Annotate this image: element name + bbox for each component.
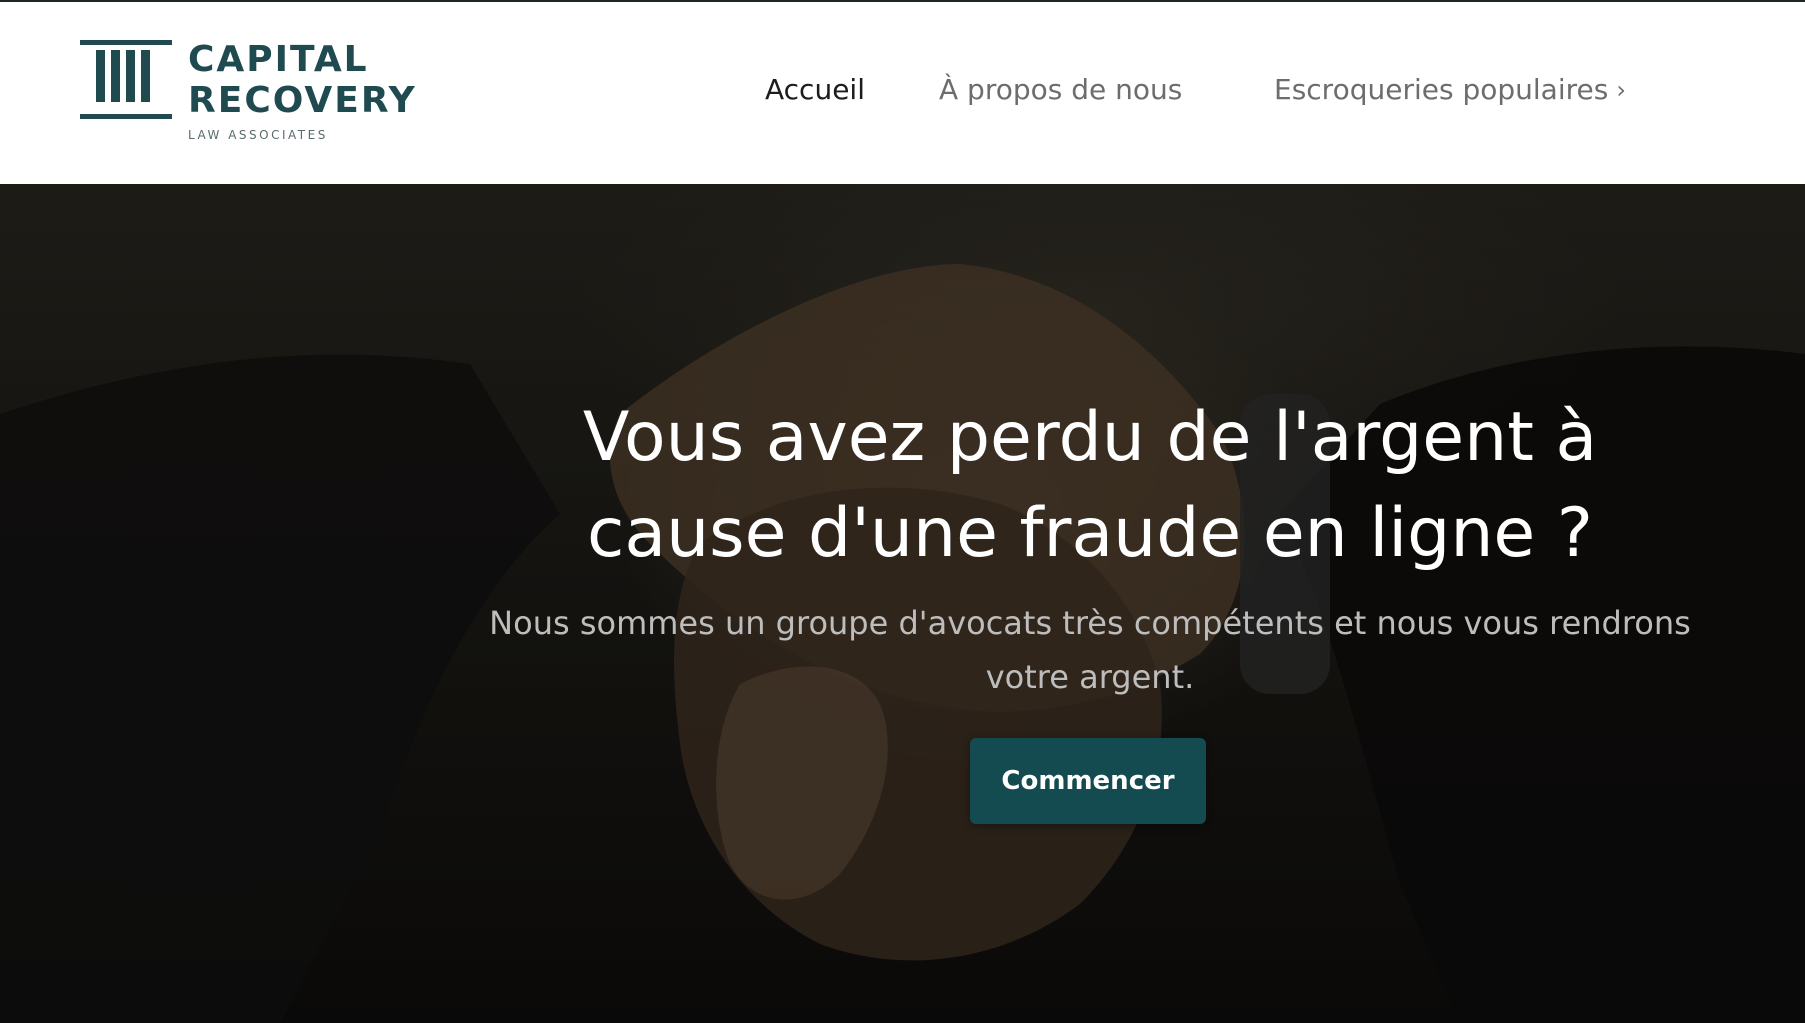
hero-subtitle-line-2: votre argent. — [985, 658, 1195, 696]
start-button[interactable]: Commencer — [970, 738, 1206, 824]
site-header: CAPITAL RECOVERY LAW ASSOCIATES Accueil … — [0, 2, 1805, 184]
brand-tagline: LAW ASSOCIATES — [188, 128, 328, 142]
main-nav: Accueil À propos de nous Escroqueries po… — [0, 70, 1805, 110]
hero-title-line-2: cause d'une fraude en ligne ? — [587, 494, 1593, 573]
hero-title-line-1: Vous avez perdu de l'argent à — [582, 398, 1598, 477]
nav-item-popular-scams-label: Escroqueries populaires — [1274, 73, 1609, 106]
nav-item-popular-scams[interactable]: Escroqueries populaires › — [1274, 70, 1626, 111]
hero-section: Vous avez perdu de l'argent à cause d'un… — [0, 184, 1805, 1023]
hero-title: Vous avez perdu de l'argent à cause d'un… — [380, 390, 1800, 582]
hero-subtitle-line-1: Nous sommes un groupe d'avocats très com… — [489, 604, 1691, 642]
nav-item-home[interactable]: Accueil — [765, 70, 865, 110]
chevron-right-icon: › — [1616, 76, 1626, 104]
page: CAPITAL RECOVERY LAW ASSOCIATES Accueil … — [0, 0, 1805, 1023]
nav-item-about[interactable]: À propos de nous — [939, 70, 1182, 110]
hero-subtitle: Nous sommes un groupe d'avocats très com… — [420, 596, 1760, 704]
